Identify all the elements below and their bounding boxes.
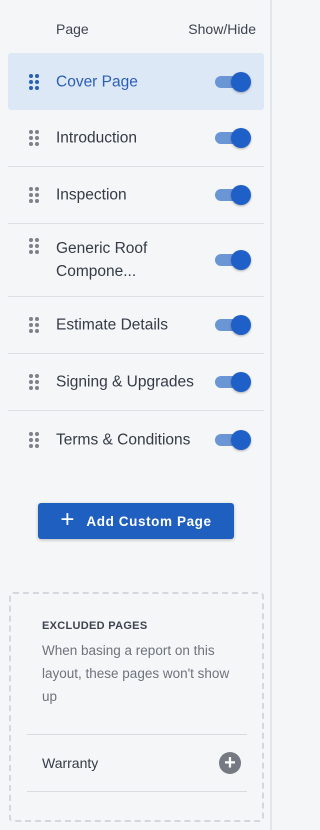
- page-row-introduction[interactable]: Introduction: [8, 110, 264, 167]
- drag-handle-icon[interactable]: [29, 237, 39, 254]
- add-custom-page-label: Add Custom Page: [86, 513, 212, 529]
- page-label: Generic Roof Compone...: [56, 240, 148, 280]
- show-toggle[interactable]: [215, 429, 251, 450]
- drag-handle-icon[interactable]: [29, 130, 39, 146]
- excluded-pages-description: When basing a report on this layout, the…: [42, 643, 230, 704]
- page-label: Inspection: [56, 186, 127, 204]
- show-toggle[interactable]: [215, 250, 251, 270]
- page-row-estimate-details[interactable]: Estimate Details: [8, 297, 264, 354]
- show-toggle[interactable]: [215, 128, 251, 148]
- drag-handle-icon[interactable]: [29, 374, 39, 390]
- page-row-signing-upgrades[interactable]: Signing & Upgrades: [8, 354, 264, 411]
- column-header: Page Show/Hide: [0, 0, 270, 58]
- add-circle-icon[interactable]: +: [219, 752, 241, 774]
- show-toggle[interactable]: [215, 185, 251, 205]
- drag-handle-icon[interactable]: [29, 73, 39, 90]
- excluded-page-row-warranty: Warranty +: [27, 734, 247, 792]
- page-label: Terms & Conditions: [56, 431, 191, 448]
- show-toggle[interactable]: [215, 71, 251, 92]
- drag-handle-icon[interactable]: [29, 431, 39, 448]
- drag-handle-icon[interactable]: [29, 317, 39, 333]
- show-toggle[interactable]: [215, 315, 251, 335]
- drag-handle-icon[interactable]: [29, 187, 39, 203]
- page-list: Cover Page Introduction Inspection Gener…: [8, 53, 264, 468]
- page-label: Signing & Upgrades: [56, 373, 194, 391]
- excluded-pages-section: EXCLUDED PAGES When basing a report on t…: [9, 592, 264, 822]
- page-row-cover-page[interactable]: Cover Page: [8, 53, 264, 110]
- panel-edge-divider: [270, 0, 272, 830]
- show-hide-column-label: Show/Hide: [188, 21, 256, 37]
- page-row-terms-conditions[interactable]: Terms & Conditions: [8, 411, 264, 468]
- page-row-generic-roof-components[interactable]: Generic Roof Compone...: [8, 224, 264, 297]
- show-toggle[interactable]: [215, 372, 251, 392]
- page-label: Estimate Details: [56, 316, 168, 334]
- excluded-pages-title: EXCLUDED PAGES: [42, 620, 148, 632]
- page-column-label: Page: [56, 21, 89, 37]
- page-label: Introduction: [56, 129, 137, 147]
- plus-icon: +: [60, 506, 75, 533]
- page-row-inspection[interactable]: Inspection: [8, 167, 264, 224]
- add-custom-page-button[interactable]: + Add Custom Page: [38, 503, 234, 539]
- excluded-page-label: Warranty: [42, 755, 99, 771]
- page-layout-panel: Page Show/Hide Cover Page Introduction I…: [0, 0, 270, 830]
- page-label: Cover Page: [56, 73, 138, 90]
